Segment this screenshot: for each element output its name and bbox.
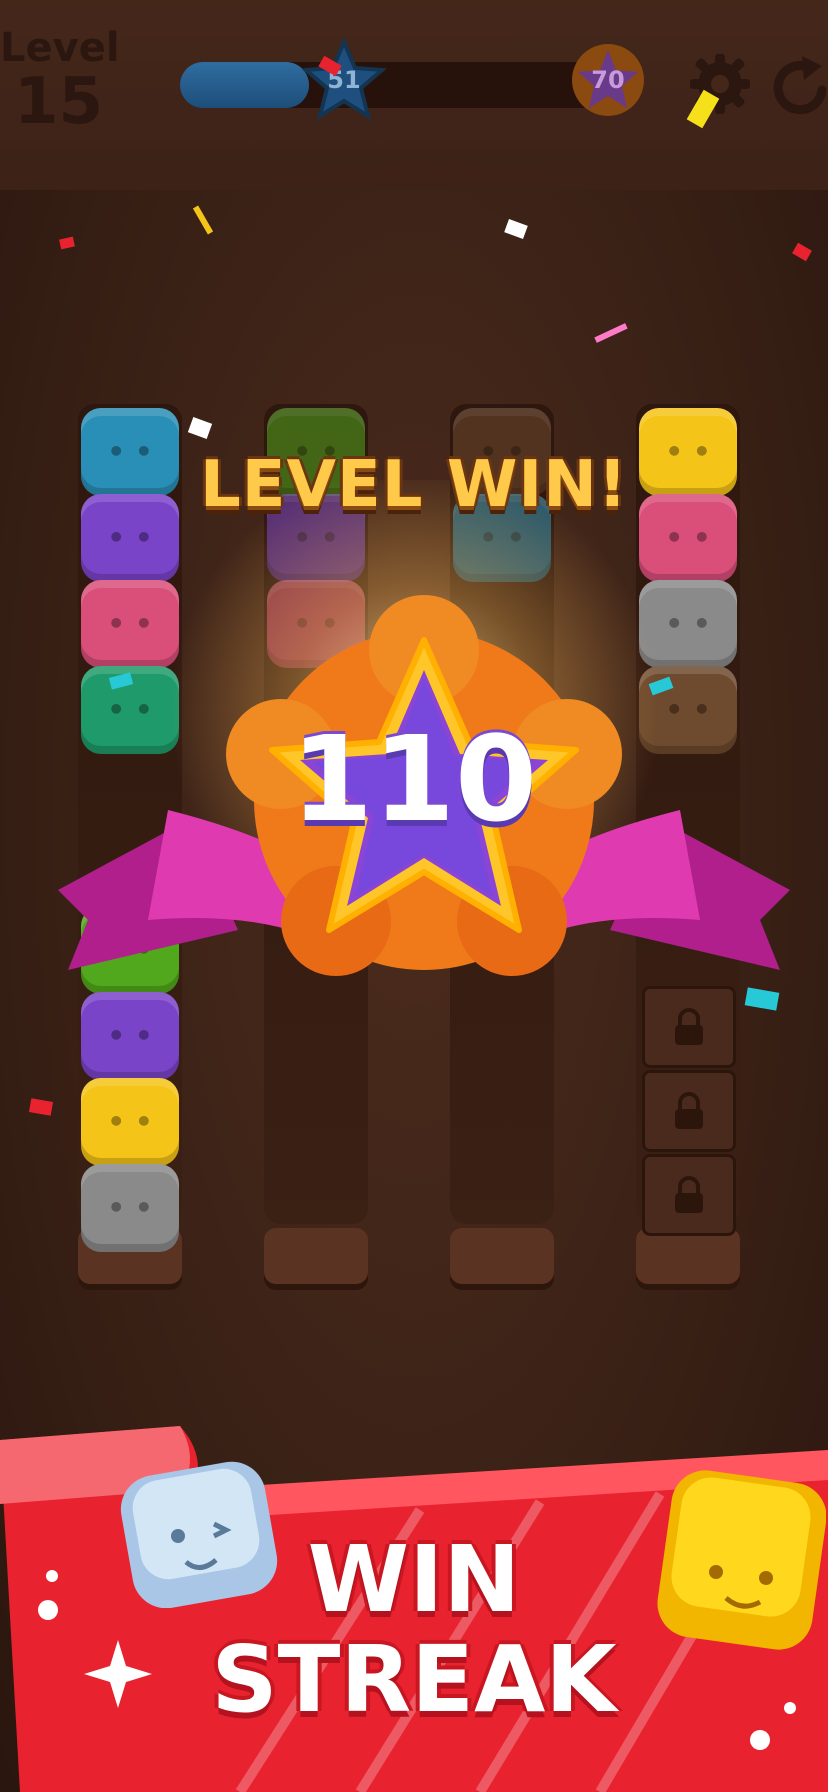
target-star-badge: 70 <box>566 38 650 122</box>
win-streak-text: WIN STREAK <box>0 1530 828 1730</box>
tube-base <box>450 1228 554 1284</box>
win-streak-line1: WIN <box>307 1526 521 1633</box>
lock-icon <box>675 1176 703 1213</box>
level-win-title: LEVEL WIN! <box>200 448 628 522</box>
tube-base <box>264 1228 368 1284</box>
restart-icon <box>773 56 827 115</box>
face-icon: • • <box>107 1105 153 1138</box>
lock-icon <box>675 1092 703 1129</box>
locked-slot <box>642 1070 736 1152</box>
star-progress-bar <box>180 62 610 108</box>
header-edge <box>0 150 828 187</box>
restart-button[interactable] <box>770 50 828 118</box>
level-label: Level <box>0 25 120 71</box>
current-star-badge: 51 <box>301 36 387 122</box>
locked-slot <box>642 1154 736 1236</box>
target-star-value: 70 <box>591 66 625 94</box>
face-icon: • • <box>107 1191 153 1224</box>
tube-base <box>636 1228 740 1284</box>
gray-block[interactable]: • • <box>81 1164 179 1252</box>
current-star-value: 51 <box>327 66 361 94</box>
yellow-block[interactable]: • • <box>81 1078 179 1166</box>
star-progress-fill <box>180 62 309 108</box>
win-streak-line2: STREAK <box>211 1626 617 1733</box>
level-number: 15 <box>14 65 104 139</box>
score-value: 110 <box>290 710 538 848</box>
